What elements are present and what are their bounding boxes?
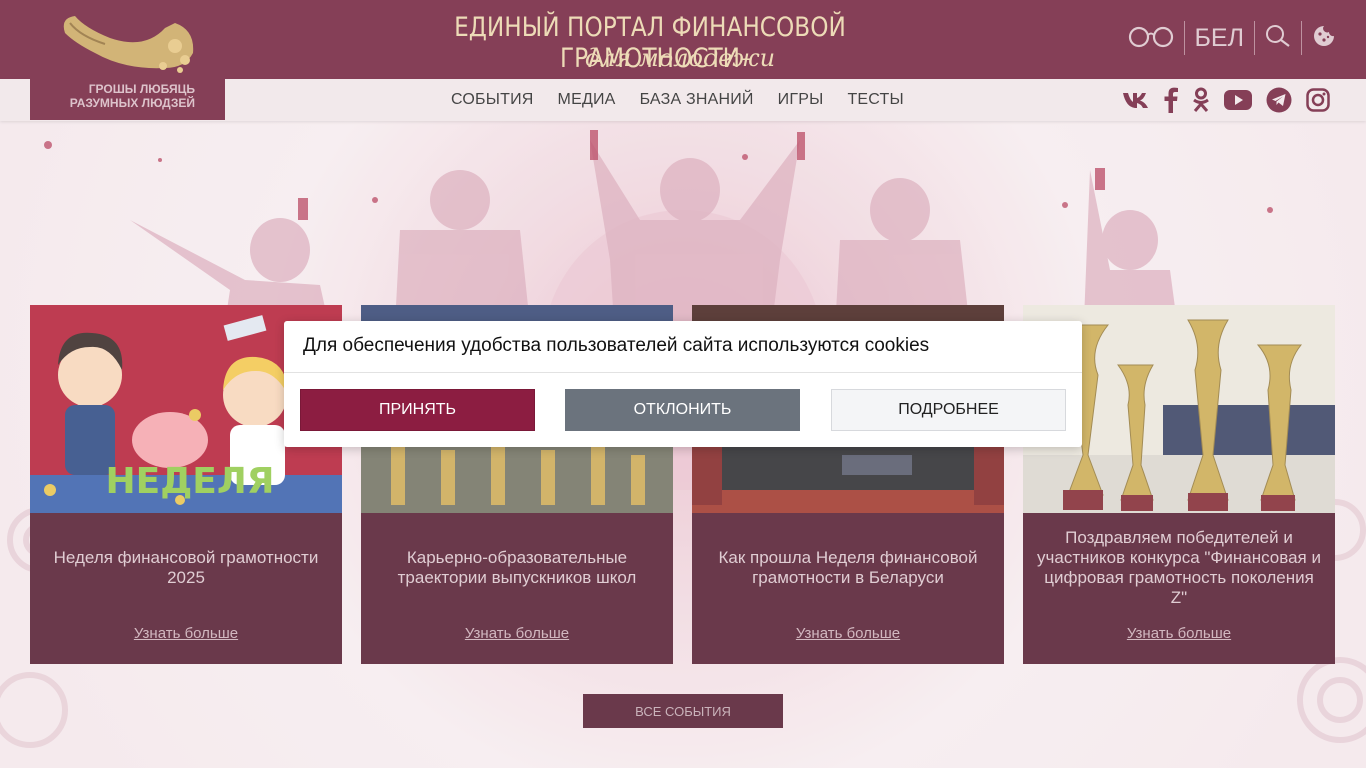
cookie-details-button[interactable]: ПОДРОБНЕЕ [831,389,1066,431]
decline-cookies-button[interactable]: ОТКЛОНИТЬ [565,389,800,431]
cookie-dialog-text: Для обеспечения удобства пользователей с… [303,335,930,356]
cookie-dialog: Для обеспечения удобства пользователей с… [284,321,1082,447]
divider [284,372,1082,373]
accept-cookies-button[interactable]: ПРИНЯТЬ [300,389,535,431]
